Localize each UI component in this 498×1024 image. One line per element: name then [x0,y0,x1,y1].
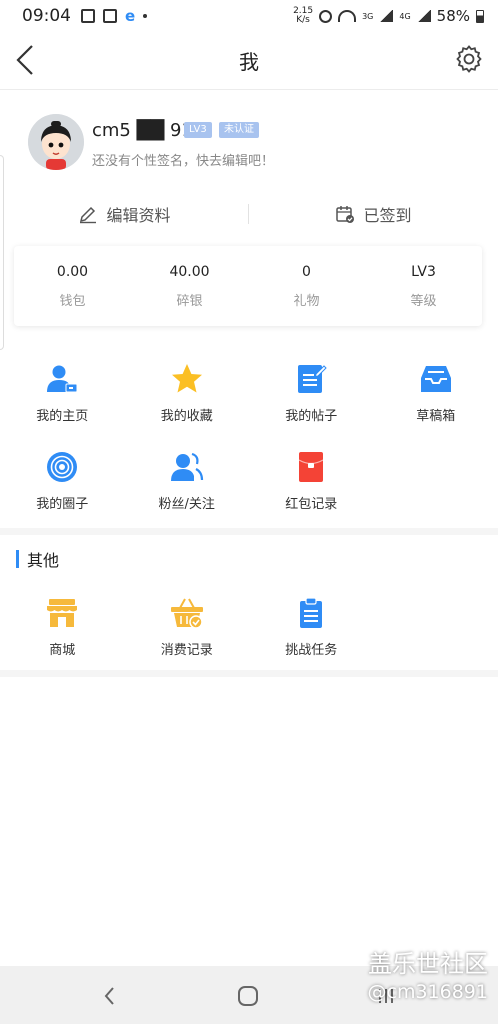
nav-back-icon [104,987,114,1005]
network-4g-label: 4G [399,11,411,21]
watermark-user: @cm316891 [367,981,489,1003]
battery-percent: 58% [436,7,470,25]
menu-purchase-records[interactable]: 消费记录 [125,584,250,672]
menu-challenge-tasks[interactable]: 挑战任务 [249,584,374,672]
menu-label: 我的收藏 [160,409,213,424]
more-notifications-icon [143,14,148,18]
nav-back-button[interactable] [96,982,124,1010]
stats-card: 0.00 钱包 40.00 碎银 0 礼物 LV3 等级 [14,246,482,326]
edit-document-icon [298,365,327,393]
stat-value: 0 [302,264,311,280]
calendar-check-icon [336,206,355,223]
status-time: 09:04 [22,6,71,26]
edit-profile-label: 编辑资料 [106,206,171,225]
check-in-button[interactable]: 已签到 [249,202,498,226]
menu-my-homepage[interactable]: 我的主页 [0,350,125,438]
page-title: 我 [239,50,259,74]
red-envelope-icon [298,452,324,482]
network-speed: 2.15 K/s [293,7,313,25]
menu-label: 红包记录 [285,497,338,512]
stat-value: LV3 [411,264,436,280]
menu-label: 挑战任务 [285,643,338,658]
stat-label: 等级 [410,294,437,309]
menu-drafts[interactable]: 草稿箱 [374,350,498,438]
avatar-image [28,114,84,170]
back-button[interactable] [10,42,46,78]
menu-label: 商城 [49,643,76,658]
stat-label: 碎银 [176,294,203,309]
network-speed-unit: K/s [296,15,310,25]
battery-icon [476,9,484,23]
shop-icon [47,599,78,627]
settings-button[interactable] [454,44,484,74]
avatar[interactable] [28,114,84,170]
section-title-other: 其他 [16,548,59,570]
section-divider [0,670,498,677]
circle-target-icon [47,452,78,482]
stat-value: 40.00 [169,264,210,280]
fans-follow-icon [170,452,203,481]
signal-3g-icon [379,10,394,22]
gear-icon [456,45,482,73]
menu-my-circles[interactable]: 我的圈子 [0,438,125,526]
section-title-text: 其他 [27,551,60,570]
stat-wallet[interactable]: 0.00 钱包 [14,246,131,326]
nav-home-button[interactable] [234,982,262,1010]
stat-silver[interactable]: 40.00 碎银 [131,246,248,326]
menu-grid: 我的主页 我的收藏 我的帖子 草稿箱 我的圈子 粉丝/关注 红包记录 [0,350,498,526]
menu-label: 粉丝/关注 [158,497,215,512]
check-in-label: 已签到 [363,206,412,225]
chevron-left-icon [16,45,33,75]
actions-divider [248,204,249,224]
wifi-icon [338,10,357,22]
watermark-brand: 盖乐世社区 [368,950,488,978]
gallery-notification-icon [81,9,95,23]
nav-home-icon [238,986,258,1006]
menu-label: 我的主页 [36,409,89,424]
other-grid: 商城 消费记录 挑战任务 [0,584,498,672]
watermark: 盖乐世社区 @cm316891 [368,944,489,1003]
pencil-icon [80,206,97,224]
inbox-tray-icon [420,366,451,392]
menu-shop[interactable]: 商城 [0,584,125,672]
section-divider [0,528,498,535]
alarm-icon [319,9,333,23]
menu-label: 我的帖子 [285,409,338,424]
app-notification-icon: e [125,7,136,25]
task-clipboard-icon [300,597,323,628]
menu-my-posts[interactable]: 我的帖子 [249,350,374,438]
section-accent-bar [16,550,19,568]
stat-gifts[interactable]: 0 礼物 [248,246,365,326]
shopping-basket-icon [170,598,203,629]
menu-fans-follow[interactable]: 粉丝/关注 [125,438,250,526]
menu-my-favorites[interactable]: 我的收藏 [125,350,250,438]
username: cm5 ██ 91 [92,120,193,141]
star-icon [171,364,202,393]
profile-actions: 编辑资料 已签到 [0,196,498,232]
page-header: 我 [0,32,498,90]
profile-section: cm5 ██ 91 LV3 未认证 还没有个性签名，快去编辑吧！ [0,100,498,190]
menu-label: 我的圈子 [36,497,89,512]
signal-4g-icon [416,10,431,22]
level-badge: LV3 [184,122,212,138]
stat-value: 0.00 [56,264,89,280]
menu-red-envelope-records[interactable]: 红包记录 [249,438,374,526]
stat-label: 钱包 [59,294,86,309]
network-3g-label: 3G [362,11,374,21]
stat-level[interactable]: LV3 等级 [365,246,482,326]
stat-label: 礼物 [293,294,320,309]
signature-text[interactable]: 还没有个性签名，快去编辑吧！ [92,150,274,169]
menu-label: 消费记录 [160,643,213,658]
profile-card-icon [47,365,78,393]
menu-label: 草稿箱 [416,409,456,424]
auth-badge: 未认证 [219,122,259,138]
notes-notification-icon [103,9,117,23]
edit-profile-button[interactable]: 编辑资料 [0,202,249,226]
status-bar: 09:04 e 2.15 K/s 3G 4G 58% [0,0,498,32]
